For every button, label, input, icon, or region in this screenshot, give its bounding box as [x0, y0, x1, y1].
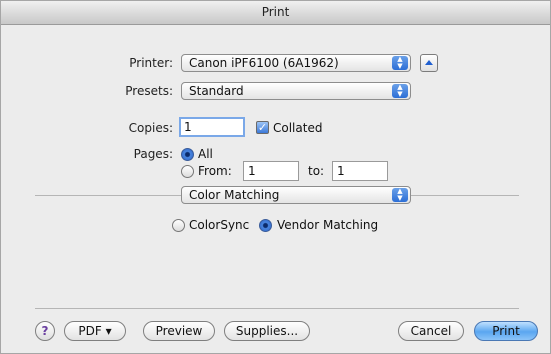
- pages-all-radio[interactable]: [181, 148, 194, 161]
- title-bar[interactable]: Print: [1, 1, 550, 25]
- up-down-arrows-icon: ▲ ▼: [392, 188, 408, 202]
- divider-left: [35, 195, 181, 196]
- printer-popup[interactable]: Canon iPF6100 (6A1962) ▲ ▼: [181, 54, 411, 72]
- printer-label: Printer:: [129, 56, 173, 70]
- vendor-matching-label: Vendor Matching: [277, 218, 379, 232]
- help-button[interactable]: ?: [35, 321, 55, 341]
- colorsync-label: ColorSync: [189, 218, 250, 232]
- divider-right: [411, 195, 519, 196]
- panel-value: Color Matching: [189, 188, 280, 202]
- pages-from-field[interactable]: 1: [243, 161, 299, 181]
- collated-label: Collated: [273, 121, 323, 135]
- bottom-divider: [35, 308, 519, 309]
- disclosure-triangle-icon: [425, 60, 433, 65]
- presets-label: Presets:: [125, 84, 173, 98]
- pages-to-field[interactable]: 1: [332, 161, 388, 181]
- pages-label: Pages:: [133, 147, 173, 161]
- printer-value: Canon iPF6100 (6A1962): [189, 56, 339, 70]
- presets-value: Standard: [189, 84, 244, 98]
- print-button[interactable]: Print: [474, 321, 538, 341]
- supplies-button[interactable]: Supplies...: [224, 321, 310, 341]
- pages-from-label: From:: [198, 164, 232, 178]
- collated-checkbox[interactable]: ✓: [256, 121, 269, 134]
- pdf-button[interactable]: PDF ▾: [64, 321, 126, 341]
- pages-all-label: All: [198, 147, 213, 161]
- panel-popup[interactable]: Color Matching ▲ ▼: [181, 186, 411, 204]
- pages-from-radio[interactable]: [181, 165, 194, 178]
- pages-to-label: to:: [308, 164, 325, 178]
- cancel-button[interactable]: Cancel: [398, 321, 464, 341]
- preview-button[interactable]: Preview: [143, 321, 215, 341]
- copies-field[interactable]: 1: [179, 117, 245, 137]
- copies-label: Copies:: [128, 121, 173, 135]
- dialog-content: Printer: Canon iPF6100 (6A1962) ▲ ▼ Prese…: [1, 25, 550, 353]
- up-down-arrows-icon: ▲ ▼: [392, 56, 408, 70]
- window-title: Print: [261, 5, 290, 19]
- vendor-matching-radio[interactable]: [259, 219, 272, 232]
- disclosure-button[interactable]: [420, 54, 438, 72]
- presets-popup[interactable]: Standard ▲ ▼: [181, 82, 411, 100]
- colorsync-radio[interactable]: [172, 219, 185, 232]
- up-down-arrows-icon: ▲ ▼: [392, 84, 408, 98]
- question-mark-icon: ?: [41, 324, 49, 338]
- print-dialog: Print Printer: Canon iPF6100 (6A1962) ▲ ▼…: [0, 0, 551, 354]
